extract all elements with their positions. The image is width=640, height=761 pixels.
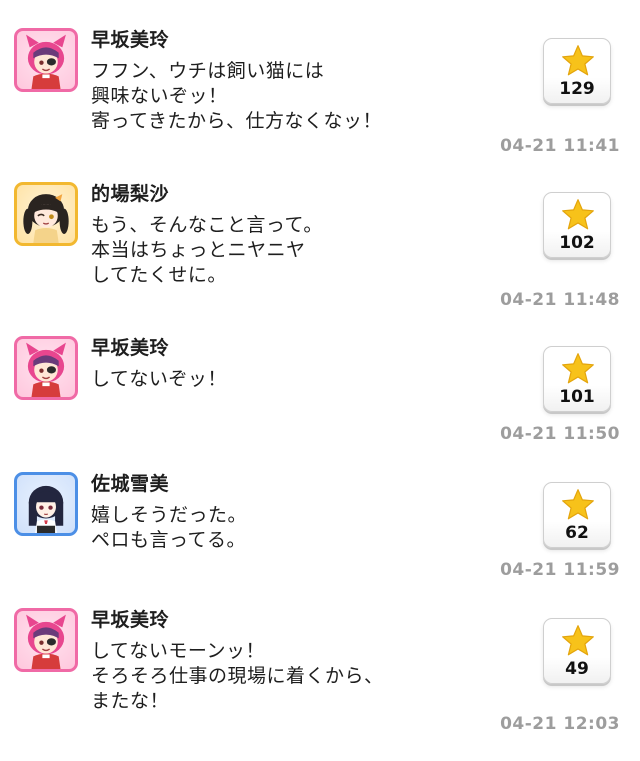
timestamp: 04-21 11:48 (500, 290, 620, 310)
avatar-portrait (23, 194, 69, 243)
avatar-portrait (26, 34, 66, 89)
message-line: してないぞッ！ (91, 368, 227, 390)
like-button[interactable]: 129 (543, 38, 611, 104)
message-line: またな！ (91, 690, 170, 712)
timestamp: 04-21 11:59 (500, 560, 620, 580)
like-button[interactable]: 49 (543, 618, 611, 684)
avatar[interactable] (14, 182, 78, 246)
message-text: してないぞッ！ (91, 367, 227, 392)
avatar[interactable] (14, 608, 78, 672)
timestamp: 04-21 11:50 (500, 424, 620, 444)
author-name: 的場梨沙 (91, 183, 170, 205)
message-text: してないモーンッ！ そろそろ仕事の現場に着くから、 またな！ (91, 639, 384, 714)
like-count: 49 (565, 659, 589, 679)
author-name: 佐城雪美 (91, 473, 170, 495)
message-text: もう、そんなこと言って。 本当はちょっとニヤニヤ してたくせに。 (91, 213, 323, 288)
like-button[interactable]: 102 (543, 192, 611, 258)
message-line: してたくせに。 (91, 264, 227, 286)
message-line: フフン、ウチは飼い猫には (91, 60, 325, 82)
message-line: もう、そんなこと言って。 (91, 214, 323, 236)
author-name: 早坂美玲 (91, 29, 170, 51)
avatar-portrait (26, 342, 66, 397)
avatar[interactable] (14, 336, 78, 400)
message-line: ペロも言ってる。 (91, 529, 247, 551)
star-icon (562, 199, 594, 230)
avatar-portrait (26, 614, 66, 669)
like-count: 102 (559, 233, 595, 253)
star-icon (562, 489, 594, 520)
author-name: 早坂美玲 (91, 609, 170, 631)
message-line: 寄ってきたから、仕方なくなッ！ (91, 110, 382, 132)
star-icon (562, 625, 594, 656)
message-feed: 早坂美玲 フフン、ウチは飼い猫には 興味ないぞッ！ 寄ってきたから、仕方なくなッ… (0, 0, 640, 761)
message-line: 嬉しそうだった。 (91, 504, 248, 526)
star-icon (562, 353, 594, 384)
like-count: 129 (559, 79, 595, 99)
avatar[interactable] (14, 28, 78, 92)
message-line: そろそろ仕事の現場に着くから、 (91, 665, 384, 687)
like-count: 62 (565, 523, 589, 543)
author-name: 早坂美玲 (91, 337, 170, 359)
message-line: してないモーンッ！ (91, 640, 265, 662)
message-text: 嬉しそうだった。 ペロも言ってる。 (91, 503, 247, 553)
like-count: 101 (559, 387, 595, 407)
like-button[interactable]: 62 (543, 482, 611, 548)
avatar[interactable] (14, 472, 78, 536)
message-line: 興味ないぞッ！ (91, 85, 228, 107)
star-icon (562, 45, 594, 76)
timestamp: 04-21 11:41 (500, 136, 620, 156)
timestamp: 04-21 12:03 (500, 714, 620, 734)
avatar-portrait (28, 485, 64, 533)
message-line: 本当はちょっとニヤニヤ (91, 239, 306, 261)
message-text: フフン、ウチは飼い猫には 興味ないぞッ！ 寄ってきたから、仕方なくなッ！ (91, 59, 382, 134)
like-button[interactable]: 101 (543, 346, 611, 412)
